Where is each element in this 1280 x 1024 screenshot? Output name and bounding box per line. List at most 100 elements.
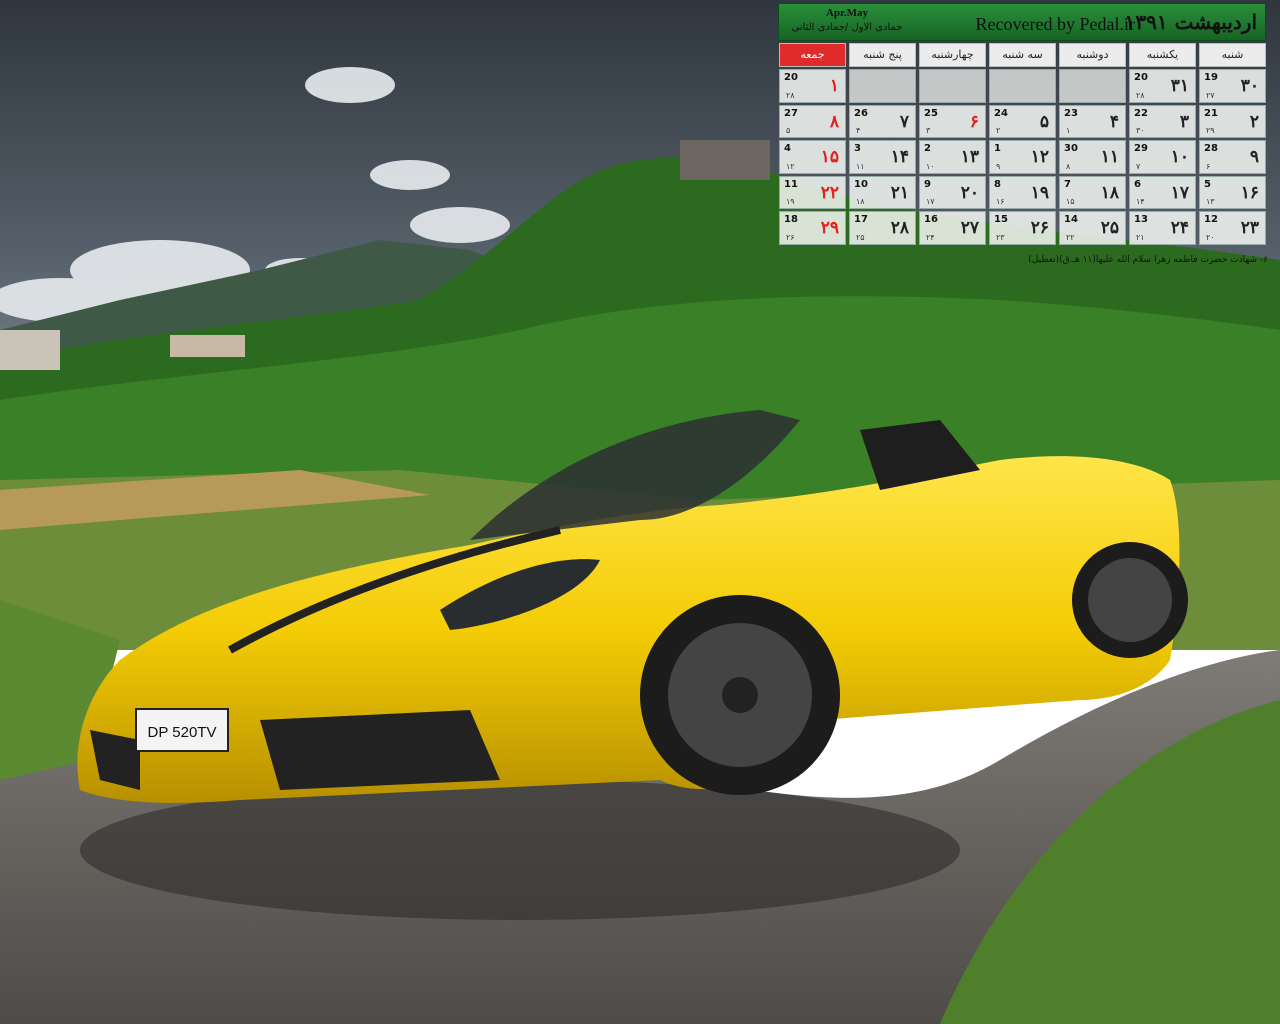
persian-day-number: ۱۲	[1030, 147, 1049, 167]
day-cell: ۴ 23 ۱	[1059, 104, 1126, 138]
persian-day-number: ۱۵	[820, 147, 839, 167]
persian-day-number: ۱۷	[1170, 182, 1189, 203]
hijri-day-number: ۲۱	[1136, 232, 1145, 242]
empty-day-cell	[849, 69, 916, 103]
hijri-day-number: ۱۲	[786, 161, 795, 171]
gregorian-day-number: 22	[1134, 107, 1148, 119]
gregorian-day-number: 25	[924, 107, 938, 119]
hijri-day-number: ۲۶	[786, 232, 795, 242]
gregorian-day-number: 21	[1204, 107, 1218, 119]
hijri-day-number: ۲۵	[856, 232, 865, 242]
calendar-grid: شنبه یکشنبه دوشنبه سه شنبه چهارشنبه پنج شنبه ج…	[778, 43, 1266, 245]
gregorian-day-number: 7	[1064, 178, 1071, 190]
persian-day-number: ۲۶	[1030, 218, 1049, 238]
day-cell: ۲ 21 ۲۹	[1199, 104, 1266, 138]
day-cell: ۲۶ 15 ۲۳	[989, 211, 1056, 245]
hijri-day-number: ۱۱	[856, 161, 865, 171]
gregorian-day-number: 23	[1064, 107, 1078, 119]
day-cell: ۱۴ 3 ۱۱	[849, 140, 916, 174]
day-cell: ۱۵ 4 ۱۲	[779, 140, 846, 174]
calendar-header: اردیبهشت ۱۳۹۱ Recovered by Pedal.ir Apr.…	[778, 3, 1266, 41]
weekday-header: شنبه	[1199, 43, 1266, 67]
day-cell: ۲۹ 18 ۲۶	[779, 211, 846, 245]
persian-day-number: ۲۲	[820, 182, 839, 203]
persian-day-number: ۱۹	[1030, 182, 1049, 203]
weekday-header: چهارشنبه	[919, 43, 986, 67]
persian-day-number: ۲۱	[890, 182, 909, 203]
persian-day-number: ۱	[829, 76, 839, 96]
gregorian-day-number: 2	[924, 143, 931, 154]
gregorian-day-number: 27	[784, 107, 798, 119]
day-cell: ۶ 25 ۳	[919, 104, 986, 138]
day-cell: ۳۰ 19 ۲۷	[1199, 69, 1266, 103]
gregorian-day-number: 5	[1204, 178, 1211, 190]
empty-day-cell	[1059, 69, 1126, 103]
weekday-header: سه شنبه	[989, 43, 1056, 67]
day-cell: ۱۶ 5 ۱۳	[1199, 175, 1266, 209]
hijri-day-number: ۲۳	[996, 232, 1005, 242]
hijri-day-number: ۲۴	[926, 232, 935, 242]
day-cell: ۱۸ 7 ۱۵	[1059, 175, 1126, 209]
gregorian-day-number: 17	[854, 214, 868, 225]
gregorian-months: Apr.May	[825, 7, 869, 19]
weekday-header: پنج شنبه	[849, 43, 916, 67]
persian-day-number: ۳۰	[1240, 76, 1259, 96]
day-cell: ۱ 20 ۲۸	[779, 69, 846, 103]
gregorian-day-number: 24	[994, 107, 1008, 119]
day-cell: ۲۷ 16 ۲۴	[919, 211, 986, 245]
persian-day-number: ۹	[1249, 147, 1259, 167]
gregorian-day-number: 30	[1064, 143, 1078, 154]
day-cell: ۹ 28 ۶	[1199, 140, 1266, 174]
gregorian-day-number: 3	[854, 143, 861, 154]
weekday-header: یکشنبه	[1129, 43, 1196, 67]
hijri-day-number: ۱۸	[856, 197, 865, 206]
day-cell: ۱۰ 29 ۷	[1129, 140, 1196, 174]
day-cell: ۱۷ 6 ۱۴	[1129, 175, 1196, 209]
persian-day-number: ۲۰	[960, 182, 979, 203]
persian-day-number: ۱۰	[1170, 147, 1189, 167]
day-cell: ۸ 27 ۵	[779, 104, 846, 138]
hijri-day-number: ۱۴	[1136, 197, 1145, 206]
day-cell: ۲۱ 10 ۱۸	[849, 175, 916, 209]
empty-day-cell	[919, 69, 986, 103]
gregorian-day-number: 1	[994, 143, 1001, 154]
day-cell: ۲۸ 17 ۲۵	[849, 211, 916, 245]
persian-day-number: ۱۶	[1240, 182, 1259, 203]
persian-day-number: ۱۸	[1100, 182, 1119, 203]
day-cell: ۱۱ 30 ۸	[1059, 140, 1126, 174]
day-cell: ۳۱ 20 ۲۸	[1129, 69, 1196, 103]
hijri-months: جمادی الاول /جمادی الثانی	[791, 22, 903, 33]
day-cell: ۱۹ 8 ۱۶	[989, 175, 1056, 209]
persian-day-number: ۸	[829, 111, 839, 132]
gregorian-day-number: 13	[1134, 214, 1148, 225]
holiday-note: ۶- شهادت حضرت فاطمه زهرا سلام الله علیها…	[1028, 255, 1268, 265]
gregorian-day-number: 4	[784, 143, 791, 154]
day-cell: ۱۲ 1 ۹	[989, 140, 1056, 174]
gregorian-day-number: 28	[1204, 143, 1218, 154]
persian-day-number: ۳	[1179, 111, 1189, 132]
persian-day-number: ۲۸	[890, 218, 909, 238]
hijri-day-number: ۶	[1206, 161, 1211, 171]
gregorian-day-number: 19	[1204, 72, 1218, 83]
empty-day-cell	[989, 69, 1056, 103]
front-grille	[260, 710, 500, 790]
gregorian-day-number: 14	[1064, 214, 1078, 225]
gregorian-day-number: 8	[994, 178, 1001, 190]
hijri-day-number: ۲۸	[1136, 90, 1145, 100]
gregorian-day-number: 20	[784, 72, 798, 83]
hijri-day-number: ۹	[996, 161, 1001, 171]
persian-day-number: ۴	[1109, 111, 1119, 132]
day-cell: ۲۵ 14 ۲۲	[1059, 211, 1126, 245]
persian-day-number: ۳۱	[1170, 76, 1189, 96]
persian-day-number: ۱۳	[960, 147, 979, 167]
gregorian-day-number: 29	[1134, 143, 1148, 154]
gregorian-day-number: 16	[924, 214, 938, 225]
gregorian-day-number: 15	[994, 214, 1008, 225]
calendar-widget: اردیبهشت ۱۳۹۱ Recovered by Pedal.ir Apr.…	[778, 3, 1266, 245]
hijri-day-number: ۸	[1066, 161, 1071, 171]
weekday-header: دوشنبه	[1059, 43, 1126, 67]
persian-day-number: ۲۳	[1240, 218, 1259, 238]
persian-day-number: ۲۴	[1170, 218, 1189, 238]
hijri-day-number: ۱۶	[996, 197, 1005, 206]
hijri-day-number: ۱۷	[926, 197, 935, 206]
